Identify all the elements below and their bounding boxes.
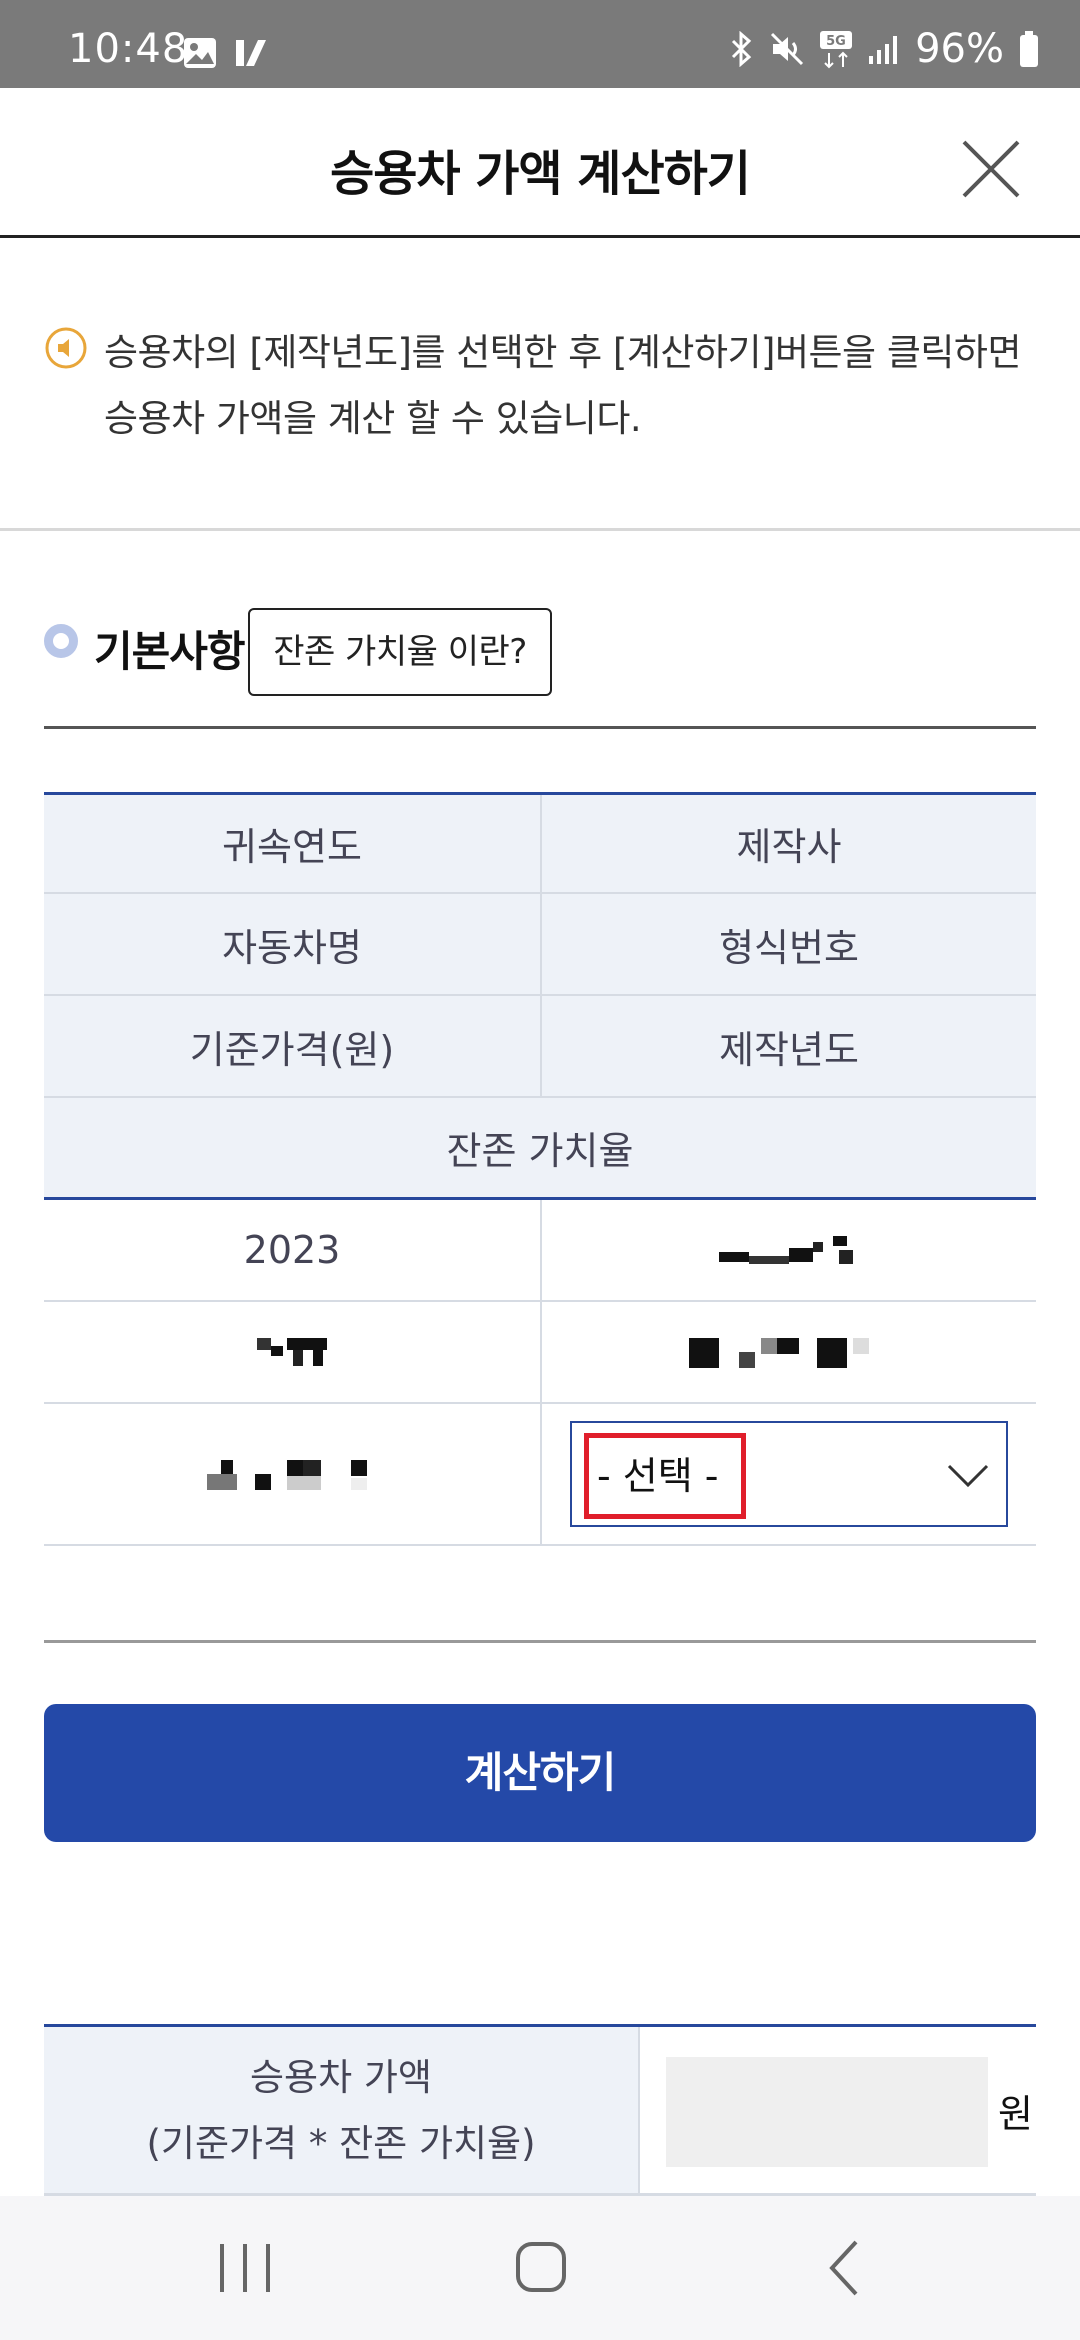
notice-line-1: 승용차의 [제작년도]를 선택한 후 [계산하기]버튼을 클릭하면 xyxy=(104,331,1022,374)
recent-apps-icon[interactable] xyxy=(200,2232,290,2304)
notice-line-2: 승용차 가액을 계산 할 수 있습니다. xyxy=(104,397,642,440)
redacted-text xyxy=(207,1460,367,1490)
speaker-notice-icon xyxy=(45,327,87,369)
header-production-year: 제작년도 xyxy=(540,996,1036,1096)
gallery-icon xyxy=(184,38,216,68)
info-table: 귀속연도 제작사 자동차명 형식번호 기준가격(원) 제작년도 잔존 가치율 2… xyxy=(44,792,1036,1546)
mute-icon xyxy=(771,32,804,66)
header-year-of-attribution: 귀속연도 xyxy=(222,825,362,869)
home-icon[interactable] xyxy=(496,2232,586,2304)
production-year-selected: - 선택 - xyxy=(584,1433,746,1519)
system-nav-bar xyxy=(0,2196,1080,2340)
network-5g-icon: 5G xyxy=(820,31,853,69)
header-base-price: 기준가격(원) xyxy=(189,1027,395,1072)
table-row xyxy=(44,1302,1036,1404)
table-row: 2023 xyxy=(44,1200,1036,1302)
header-manufacturer: 제작사 xyxy=(540,795,1036,892)
value-year-of-attribution: 2023 xyxy=(44,1200,540,1300)
value-model-number-redacted xyxy=(540,1302,1036,1402)
header-car-name: 자동차명 xyxy=(222,925,362,970)
result-label-line-1: 승용차 가액 xyxy=(250,2056,432,2099)
redacted-text xyxy=(689,1338,869,1368)
page-title: 승용차 가액 계산하기 xyxy=(330,146,751,202)
production-year-cell: - 선택 - xyxy=(540,1404,1036,1544)
svg-text:5G: 5G xyxy=(826,34,846,49)
table-row: 기준가격(원) 제작년도 xyxy=(44,996,1036,1098)
back-icon[interactable] xyxy=(800,2232,890,2304)
result-label-line-2: (기준가격 * 잔존 가치율) xyxy=(146,2122,536,2165)
battery-icon xyxy=(1020,31,1038,67)
app-notification-icon xyxy=(236,40,266,66)
header-residual-rate: 잔존 가치율 xyxy=(446,1129,634,1173)
bluetooth-icon xyxy=(732,31,752,67)
result-unit: 원 xyxy=(998,2092,1033,2136)
table-row: - 선택 - xyxy=(44,1404,1036,1546)
residual-rate-info-button[interactable]: 잔존 가치율 이란? xyxy=(248,608,552,696)
table-row: 귀속연도 제작사 xyxy=(44,792,1036,894)
result-label: 승용차 가액 (기준가격 * 잔존 가치율) xyxy=(44,2027,640,2193)
chevron-down-icon xyxy=(947,1464,989,1488)
section-bullet-icon xyxy=(44,624,78,658)
production-year-select[interactable]: - 선택 - xyxy=(570,1421,1008,1527)
battery-percent: 96% xyxy=(915,26,1004,72)
header-model-number: 형식번호 xyxy=(540,894,1036,994)
divider xyxy=(44,1640,1036,1643)
divider xyxy=(0,528,1080,531)
value-manufacturer-redacted xyxy=(540,1200,1036,1300)
calculate-button[interactable]: 계산하기 xyxy=(44,1704,1036,1842)
table-row: 자동차명 형식번호 xyxy=(44,894,1036,996)
table-row: 잔존 가치율 xyxy=(44,1098,1036,1200)
result-table: 승용차 가액 (기준가격 * 잔존 가치율) 원 xyxy=(44,2024,1036,2196)
value-base-price-redacted xyxy=(44,1404,540,1544)
redacted-text xyxy=(257,1338,327,1366)
status-bar: 10:48 5G 96% xyxy=(0,0,1080,88)
close-icon[interactable] xyxy=(960,138,1022,200)
section-title: 기본사항 xyxy=(94,627,246,676)
result-value-field xyxy=(666,2057,988,2167)
value-car-name-redacted xyxy=(44,1302,540,1402)
redacted-text xyxy=(719,1236,853,1264)
status-time: 10:48 xyxy=(68,26,189,72)
result-value-cell: 원 xyxy=(640,2027,1036,2193)
page-header: 승용차 가액 계산하기 xyxy=(0,88,1080,238)
signal-icon xyxy=(869,36,898,64)
divider xyxy=(44,726,1036,729)
